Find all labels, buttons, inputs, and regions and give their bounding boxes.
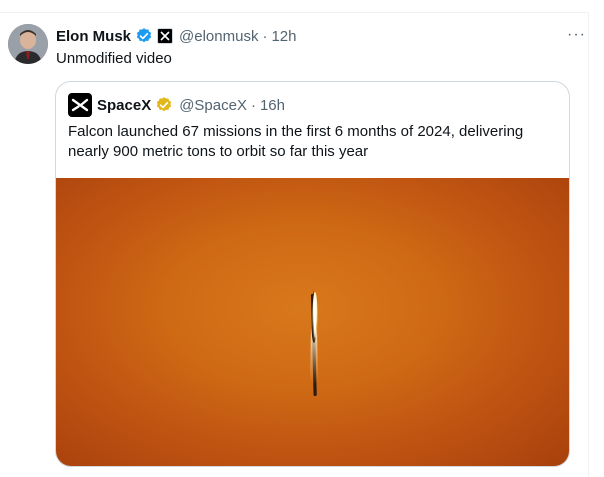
author-handle[interactable]: @elonmusk bbox=[179, 28, 258, 45]
verified-badge-icon[interactable] bbox=[135, 27, 153, 45]
quoted-time-separator: · bbox=[250, 96, 256, 114]
avatar[interactable] bbox=[8, 24, 48, 64]
top-divider bbox=[0, 12, 589, 13]
quoted-author-name[interactable]: SpaceX bbox=[97, 97, 151, 114]
gold-verified-badge-icon[interactable] bbox=[155, 96, 173, 114]
rocket-launch-image bbox=[310, 290, 318, 396]
author-name[interactable]: Elon Musk bbox=[56, 28, 131, 45]
rocket-launch-video[interactable] bbox=[56, 178, 569, 466]
tweet-time[interactable]: 12h bbox=[271, 28, 296, 45]
tweet-header: Elon Musk @elonmusk · 12h bbox=[56, 26, 296, 46]
quoted-text: Falcon launched 67 missions in the first… bbox=[68, 123, 524, 160]
right-divider bbox=[588, 12, 589, 477]
time-separator: · bbox=[262, 27, 268, 45]
quoted-handle[interactable]: @SpaceX bbox=[179, 97, 247, 114]
quoted-tweet[interactable]: SpaceX @SpaceX · 16h Falcon launched 67 … bbox=[55, 81, 570, 467]
x-affiliate-badge-icon[interactable] bbox=[157, 28, 174, 44]
avatar-image bbox=[8, 24, 48, 64]
quoted-header: SpaceX @SpaceX · 16h bbox=[68, 93, 285, 117]
more-icon[interactable]: ··· bbox=[567, 26, 586, 44]
tweet-text: Unmodified video bbox=[56, 50, 172, 67]
spacex-logo-icon[interactable] bbox=[68, 93, 92, 117]
quoted-time[interactable]: 16h bbox=[260, 97, 285, 114]
